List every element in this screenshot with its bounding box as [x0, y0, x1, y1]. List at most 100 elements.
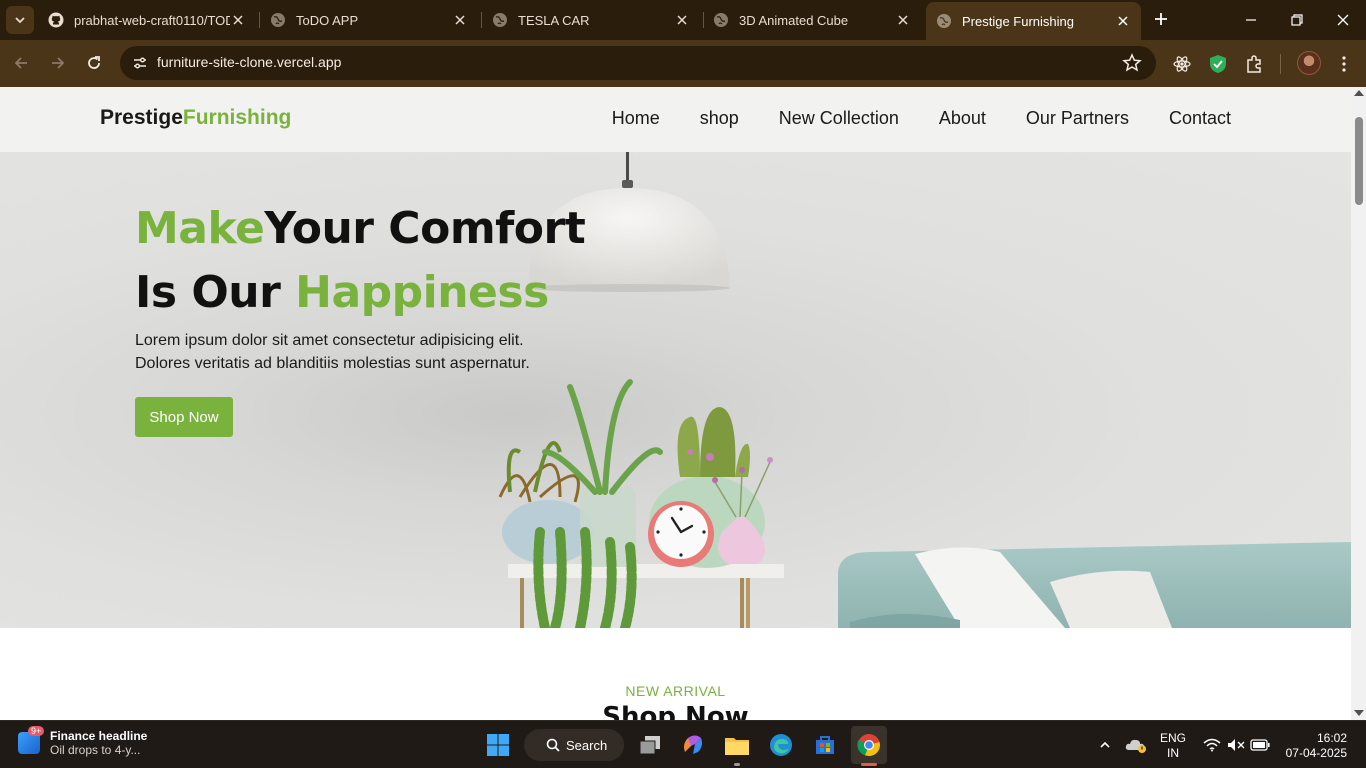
globe-icon — [714, 13, 728, 27]
chrome-icon — [857, 734, 880, 757]
close-tab-icon[interactable] — [674, 12, 690, 28]
extensions-button[interactable] — [1242, 52, 1266, 76]
bookmark-star-icon[interactable] — [1122, 53, 1142, 73]
tab-title: 3D Animated Cube — [739, 12, 849, 28]
sofa — [838, 542, 1351, 628]
table-clock — [648, 501, 714, 567]
tab-prestige-furnishing[interactable]: Prestige Furnishing — [926, 2, 1141, 40]
task-view-button[interactable] — [635, 730, 665, 760]
store-icon — [816, 736, 834, 754]
shop-now-button[interactable]: Shop Now — [135, 397, 233, 437]
nav-link-home[interactable]: Home — [612, 108, 660, 129]
search-icon — [546, 738, 560, 752]
side-table — [508, 564, 784, 628]
hero-title-your-comfort: Your Comfort — [264, 203, 586, 254]
search-label: Search — [566, 737, 608, 753]
system-clock[interactable]: 16:02 07-04-2025 — [1286, 731, 1347, 761]
globe-icon — [937, 14, 951, 28]
address-bar[interactable]: furniture-site-clone.vercel.app — [120, 46, 1156, 80]
page-viewport: PrestigeFurnishing Home shop New Collect… — [0, 87, 1351, 720]
arrow-left-icon — [14, 57, 27, 69]
copilot-button[interactable] — [678, 730, 708, 760]
active-app-indicator — [861, 763, 877, 766]
site-header: PrestigeFurnishing Home shop New Collect… — [0, 87, 1351, 152]
tab-title: prabhat-web-craft0110/TODO — [74, 12, 230, 28]
forward-button[interactable] — [45, 50, 71, 76]
new-tab-button[interactable] — [1150, 8, 1172, 30]
tab-tesla-car[interactable]: TESLA CAR — [482, 4, 700, 36]
reload-button[interactable] — [81, 50, 107, 76]
close-tab-icon[interactable] — [230, 12, 246, 28]
puzzle-icon — [1247, 55, 1261, 73]
more-vertical-icon — [1342, 56, 1346, 72]
widget-title: Finance headline — [50, 729, 148, 743]
scroll-thumb[interactable] — [1355, 117, 1363, 205]
site-logo[interactable]: PrestigeFurnishing — [100, 106, 291, 130]
nav-link-contact[interactable]: Contact — [1169, 108, 1231, 129]
widgets-icon: 9+ — [18, 726, 45, 754]
github-icon — [48, 12, 64, 28]
edge-button[interactable] — [766, 730, 796, 760]
hero-section: MakeYour Comfort Is Our Happiness Lorem … — [0, 152, 1351, 628]
battery-button[interactable] — [1245, 730, 1275, 760]
news-widget[interactable]: 9+ Finance headline Oil drops to 4-y... — [18, 726, 148, 757]
clock-date: 07-04-2025 — [1285, 746, 1347, 760]
minimize-button[interactable] — [1228, 4, 1274, 36]
wifi-icon — [1203, 738, 1221, 752]
widget-subtitle: Oil drops to 4-y... — [50, 743, 141, 757]
logo-part-2: Furnishing — [182, 106, 292, 129]
nav-link-our-partners[interactable]: Our Partners — [1026, 108, 1129, 129]
site-info-icon[interactable] — [128, 51, 152, 75]
nav-link-shop[interactable]: shop — [700, 108, 739, 129]
start-button[interactable] — [483, 730, 513, 760]
main-nav: Home shop New Collection About Our Partn… — [612, 108, 1231, 129]
chrome-button[interactable] — [851, 726, 887, 764]
close-icon — [1337, 14, 1349, 26]
arrow-right-icon — [52, 57, 65, 69]
scroll-down-arrow[interactable] — [1354, 710, 1364, 716]
tab-todo-app[interactable]: ToDO APP — [260, 4, 478, 36]
hero-title-make: Make — [135, 203, 265, 254]
chevron-down-icon — [15, 17, 25, 24]
close-tab-icon[interactable] — [452, 12, 468, 28]
url-text: furniture-site-clone.vercel.app — [157, 54, 342, 70]
globe-icon — [271, 13, 285, 27]
store-button[interactable] — [810, 730, 840, 760]
tab-search-button[interactable] — [6, 6, 34, 34]
back-button[interactable] — [8, 50, 34, 76]
taskbar-search[interactable]: Search — [524, 729, 624, 761]
running-indicator — [734, 763, 740, 766]
chevron-up-icon — [1100, 741, 1110, 748]
nav-link-new-collection[interactable]: New Collection — [779, 108, 899, 129]
onedrive-button[interactable] — [1121, 730, 1151, 760]
edge-icon — [770, 734, 792, 756]
shield-extension[interactable] — [1206, 52, 1230, 76]
task-view-icon — [639, 736, 660, 755]
react-devtools-extension[interactable] — [1170, 52, 1194, 76]
restore-button[interactable] — [1274, 4, 1320, 36]
new-arrival-label: NEW ARRIVAL — [625, 683, 726, 699]
hidden-icons-button[interactable] — [1090, 730, 1120, 760]
file-explorer-button[interactable] — [722, 730, 752, 760]
plus-icon — [1155, 13, 1167, 25]
language-indicator[interactable]: ENG IN — [1160, 731, 1186, 761]
close-tab-icon[interactable] — [895, 12, 911, 28]
react-icon — [1173, 56, 1191, 72]
hero-heading: MakeYour Comfort Is Our Happiness — [135, 197, 586, 325]
close-tab-icon[interactable] — [1115, 13, 1131, 29]
scroll-up-arrow[interactable] — [1354, 90, 1364, 96]
tab-github[interactable]: prabhat-web-craft0110/TODO — [38, 4, 256, 36]
profile-avatar[interactable] — [1297, 51, 1321, 75]
windows-taskbar: 9+ Finance headline Oil drops to 4-y... … — [0, 720, 1366, 768]
page-scrollbar[interactable] — [1351, 87, 1366, 720]
browser-menu-button[interactable] — [1332, 52, 1356, 76]
close-window-button[interactable] — [1320, 4, 1366, 36]
toolbar-divider — [1280, 54, 1281, 74]
hero-desc-line-2: Dolores veritatis ad blanditiis molestia… — [135, 355, 530, 372]
tab-title: Prestige Furnishing — [962, 13, 1074, 29]
tab-title: TESLA CAR — [518, 12, 590, 28]
globe-icon — [493, 13, 507, 27]
reload-icon — [88, 56, 100, 69]
tab-3d-cube[interactable]: 3D Animated Cube — [703, 4, 921, 36]
nav-link-about[interactable]: About — [939, 108, 986, 129]
